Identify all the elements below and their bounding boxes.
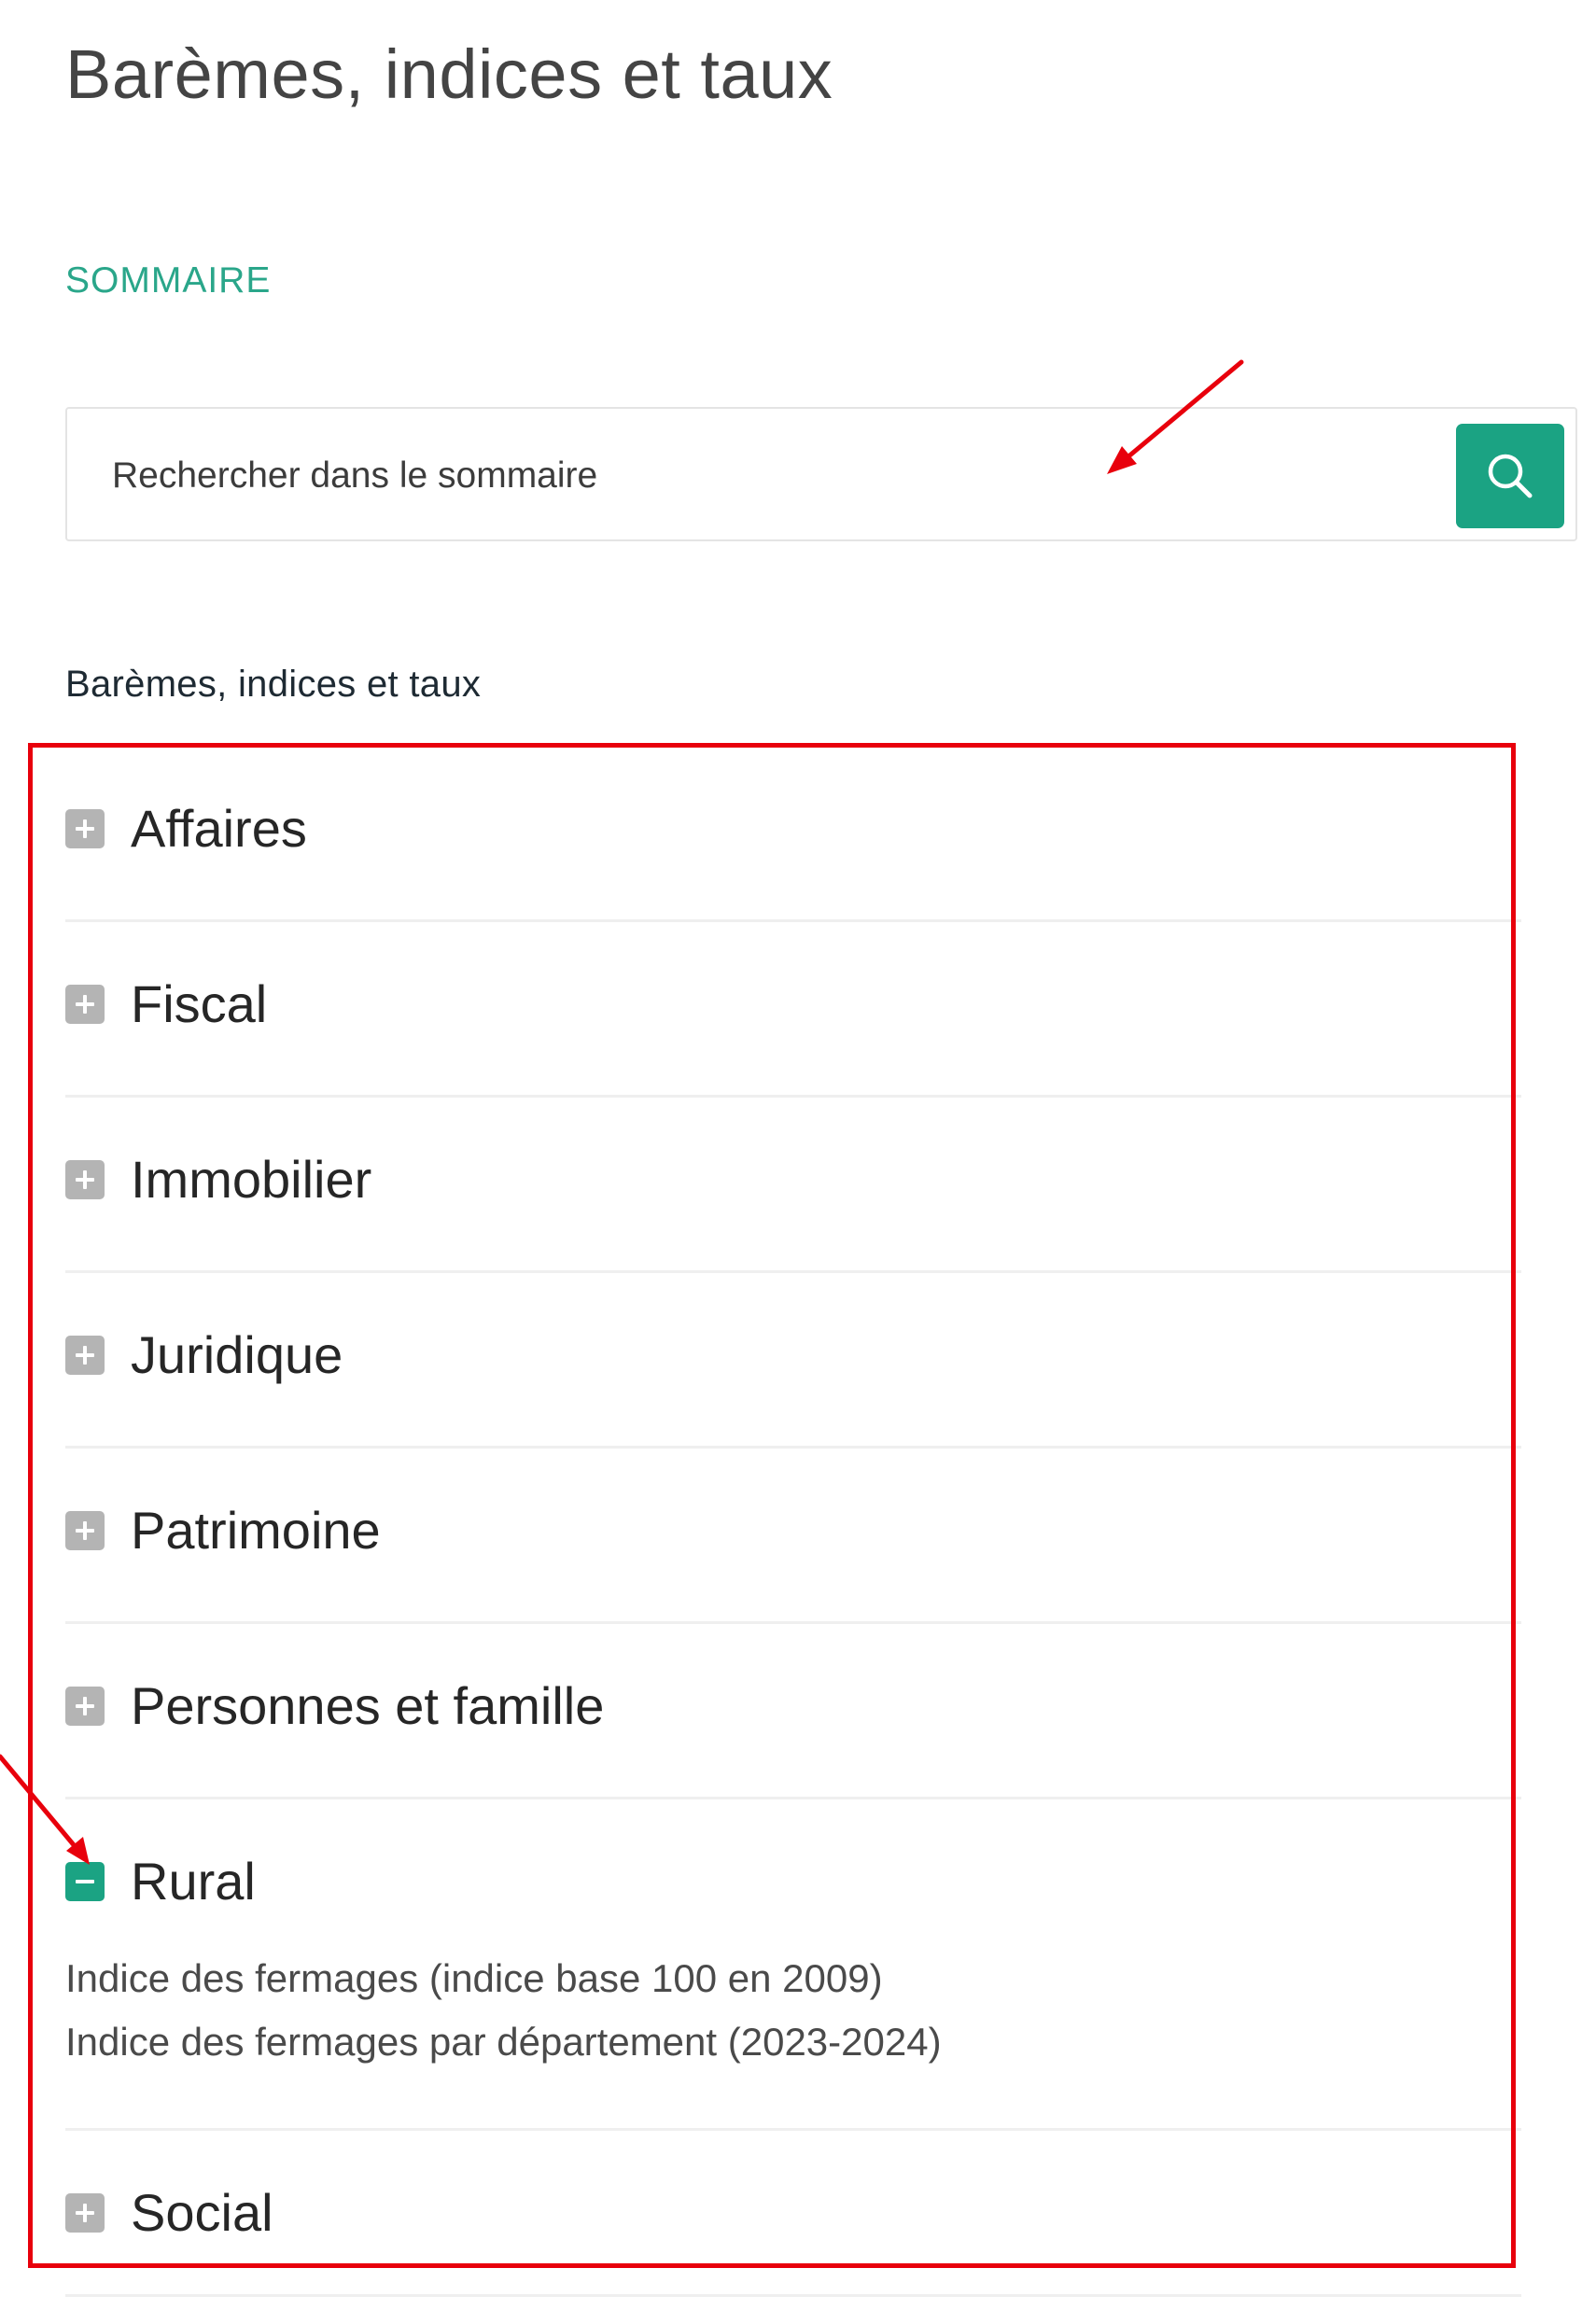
toc-heading: Barèmes, indices et taux	[65, 664, 482, 705]
toc-item-label: Immobilier	[131, 1150, 372, 1209]
sub-link-indice-fermages-departement[interactable]: Indice des fermages par département (202…	[65, 2010, 942, 2074]
toc-item-label: Juridique	[131, 1325, 343, 1384]
toc-item-label: Personnes et famille	[131, 1676, 605, 1735]
toc-item-fiscal[interactable]: Fiscal	[65, 922, 1521, 1098]
toc-item-rural[interactable]: Rural Indice des fermages (indice base 1…	[65, 1799, 1521, 2131]
toc-item-social[interactable]: Social	[65, 2131, 1521, 2297]
toc-item-affaires[interactable]: Affaires	[65, 747, 1521, 922]
summary-label: SOMMAIRE	[65, 260, 272, 301]
toc-item-immobilier[interactable]: Immobilier	[65, 1098, 1521, 1273]
rural-sub-links: Indice des fermages (indice base 100 en …	[65, 1947, 942, 2074]
summary-search-input[interactable]	[112, 435, 1307, 517]
toc-item-label: Affaires	[131, 799, 307, 858]
page-title: Barèmes, indices et taux	[65, 35, 833, 113]
expand-plus-icon[interactable]	[65, 1687, 105, 1726]
toc-item-label: Patrimoine	[131, 1501, 381, 1560]
search-button[interactable]	[1456, 424, 1564, 528]
summary-search-box	[65, 407, 1577, 541]
search-icon	[1488, 454, 1533, 498]
expand-plus-icon[interactable]	[65, 809, 105, 848]
toc-item-label: Fiscal	[131, 974, 268, 1033]
toc-item-label: Rural	[131, 1852, 256, 1911]
expand-plus-icon[interactable]	[65, 985, 105, 1024]
expand-plus-icon[interactable]	[65, 2193, 105, 2233]
expand-plus-icon[interactable]	[65, 1336, 105, 1375]
toc-item-patrimoine[interactable]: Patrimoine	[65, 1449, 1521, 1624]
toc-item-juridique[interactable]: Juridique	[65, 1273, 1521, 1449]
toc-item-personnes-et-famille[interactable]: Personnes et famille	[65, 1624, 1521, 1799]
toc-list: Affaires Fiscal Immobilier Juridique Pat…	[65, 747, 1521, 2297]
expand-plus-icon[interactable]	[65, 1511, 105, 1550]
collapse-minus-icon[interactable]	[65, 1862, 105, 1901]
sub-link-indice-fermages[interactable]: Indice des fermages (indice base 100 en …	[65, 1947, 942, 2010]
expand-plus-icon[interactable]	[65, 1160, 105, 1199]
toc-item-label: Social	[131, 2183, 273, 2242]
